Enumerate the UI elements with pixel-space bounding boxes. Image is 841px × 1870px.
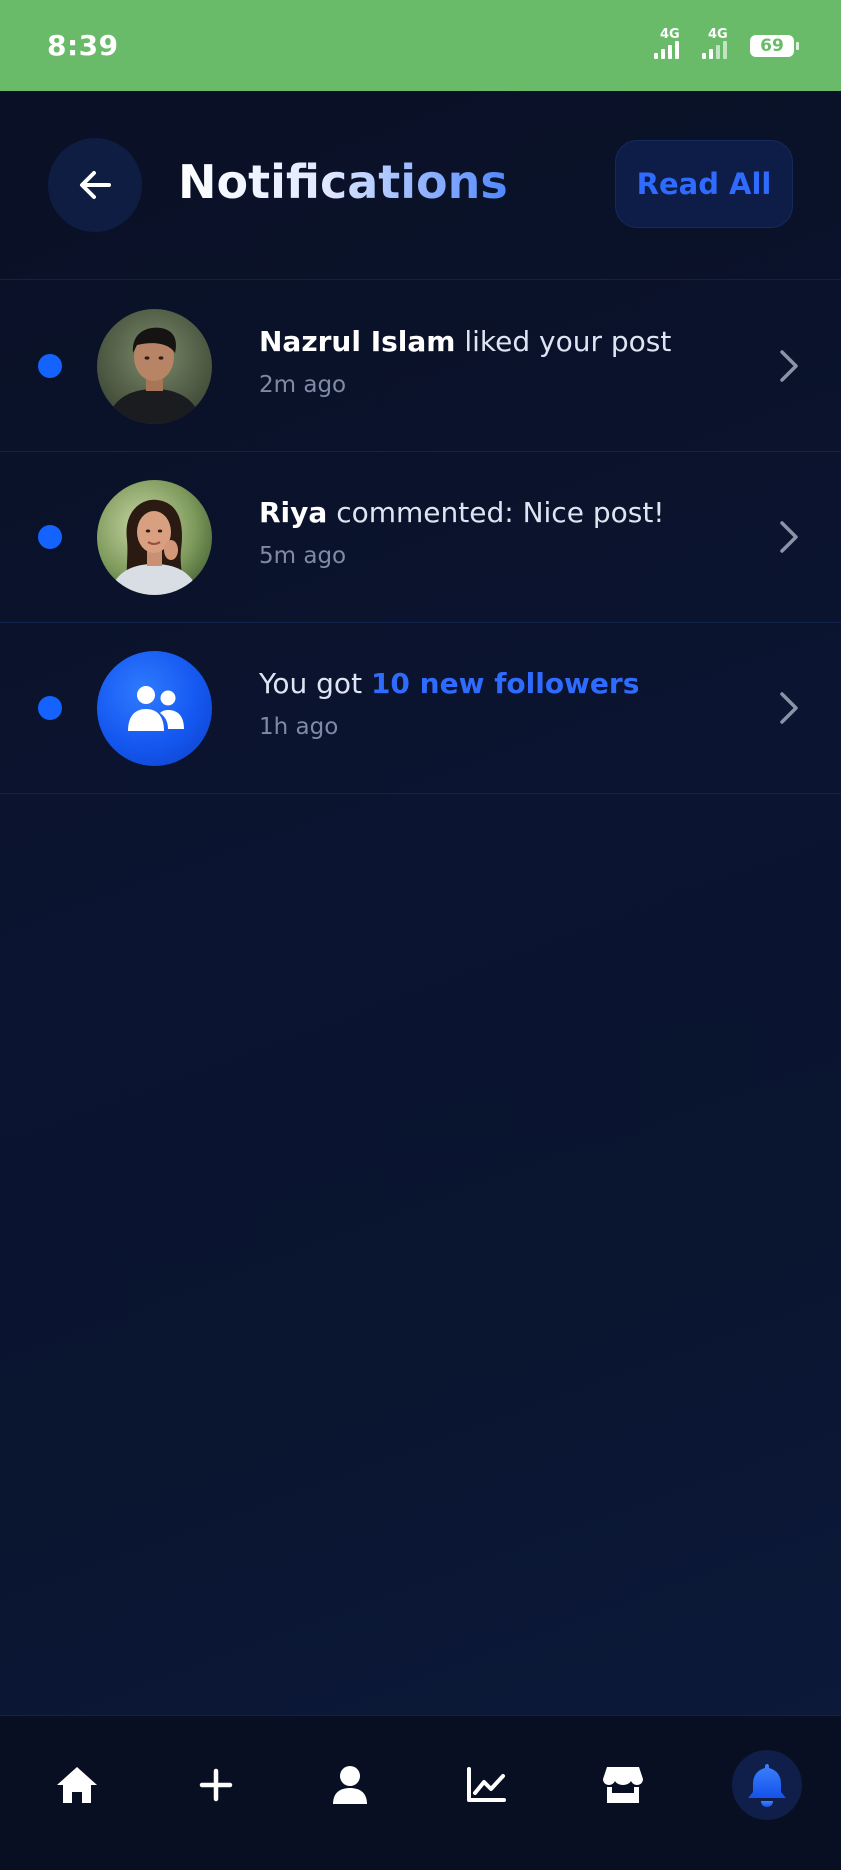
notification-action: commented: Nice post! xyxy=(327,496,665,529)
users-icon xyxy=(127,686,184,731)
followers-count: 10 new followers xyxy=(370,667,640,700)
bell-icon xyxy=(748,1764,786,1807)
notification-prefix: You got xyxy=(259,667,371,700)
notification-item[interactable]: Riya commented: Nice post! 5m ago xyxy=(0,452,841,623)
unread-dot xyxy=(38,354,62,378)
analytics-icon xyxy=(467,1767,506,1802)
avatar xyxy=(97,650,212,766)
profile-photo-woman xyxy=(97,479,212,595)
nav-store[interactable] xyxy=(588,1750,658,1820)
home-icon xyxy=(57,1767,97,1803)
bottom-nav xyxy=(0,1715,841,1870)
battery-level: 69 xyxy=(760,35,784,56)
notification-list: Nazrul Islam liked your post 2m ago Riya… xyxy=(0,281,841,794)
notification-time: 5m ago xyxy=(259,543,347,569)
notification-message: You got 10 new followers xyxy=(259,667,639,700)
notification-item[interactable]: You got 10 new followers 1h ago xyxy=(0,623,841,794)
nav-create[interactable] xyxy=(181,1750,251,1820)
signal-icon-2: 4G xyxy=(702,27,738,61)
notification-content: Nazrul Islam liked your post 2m ago xyxy=(259,325,671,398)
notification-item[interactable]: Nazrul Islam liked your post 2m ago xyxy=(0,281,841,452)
unread-dot xyxy=(38,525,62,549)
profile-photo-man xyxy=(97,308,212,424)
network-type-2: 4G xyxy=(708,26,728,42)
notification-message: Nazrul Islam liked your post xyxy=(259,325,671,358)
back-button[interactable] xyxy=(48,138,142,232)
profile-icon xyxy=(333,1766,367,1804)
battery-icon: 69 xyxy=(750,34,799,57)
notification-time: 2m ago xyxy=(259,372,347,398)
signal-icon: 4G xyxy=(654,27,690,61)
plus-icon xyxy=(199,1768,233,1802)
chevron-right-icon xyxy=(780,521,798,553)
header: Notifications Read All xyxy=(0,91,841,280)
unread-dot xyxy=(38,696,62,720)
user-name: Nazrul Islam xyxy=(259,325,456,358)
page-title: Notifications xyxy=(178,155,508,209)
arrow-left-icon xyxy=(80,171,111,199)
network-type: 4G xyxy=(660,26,680,42)
chevron-right-icon xyxy=(780,692,798,724)
user-name: Riya xyxy=(259,496,328,529)
nav-notifications[interactable] xyxy=(732,1750,802,1820)
notification-time: 1h ago xyxy=(259,714,339,740)
notification-action: liked your post xyxy=(455,325,672,358)
status-bar: 8:39 4G 4G 69 xyxy=(0,0,841,91)
notification-content: Riya commented: Nice post! 5m ago xyxy=(259,496,665,569)
notification-message: Riya commented: Nice post! xyxy=(259,496,665,529)
status-indicators: 4G 4G 69 xyxy=(654,27,799,61)
nav-profile[interactable] xyxy=(315,1750,385,1820)
status-time: 8:39 xyxy=(47,29,119,62)
notifications-screen: 8:39 4G 4G 69 Notifications Read All Naz… xyxy=(0,0,841,1870)
avatar xyxy=(97,479,212,595)
notification-content: You got 10 new followers 1h ago xyxy=(259,667,639,740)
store-icon xyxy=(603,1767,643,1803)
chevron-right-icon xyxy=(780,350,798,382)
nav-home[interactable] xyxy=(42,1750,112,1820)
read-all-button[interactable]: Read All xyxy=(615,140,793,228)
avatar xyxy=(97,308,212,424)
nav-analytics[interactable] xyxy=(451,1750,521,1820)
